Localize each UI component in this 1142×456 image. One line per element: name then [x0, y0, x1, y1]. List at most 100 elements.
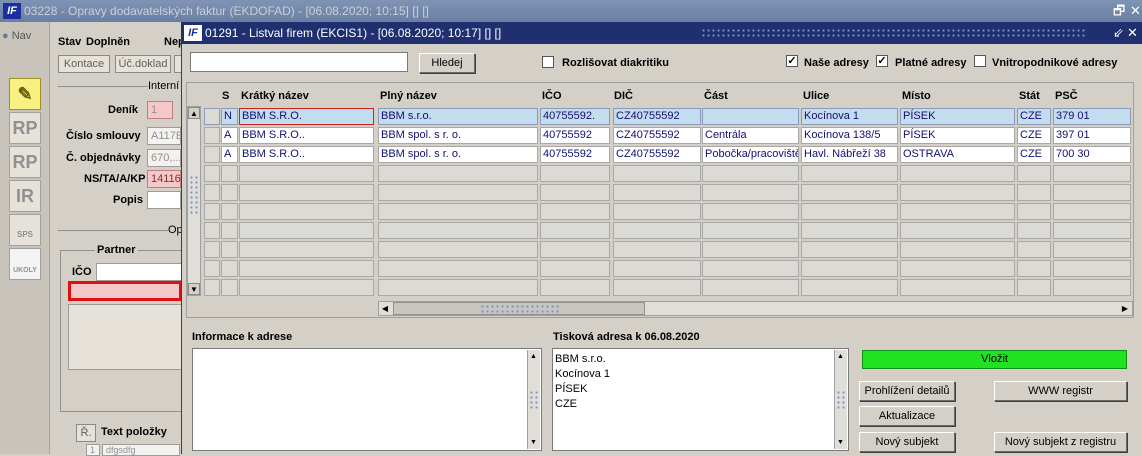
stat-cell[interactable] [1017, 241, 1051, 258]
kratky-nazev-cell[interactable]: BBM S.R.O. [239, 108, 374, 125]
ulice-cell[interactable]: Havl. Nábřeží 38 [801, 146, 898, 163]
rp-icon[interactable]: RP [9, 112, 41, 144]
dic-cell[interactable] [613, 260, 701, 277]
cast-cell[interactable] [702, 222, 799, 239]
kratky-nazev-cell[interactable] [239, 165, 374, 182]
denik-field[interactable]: 1 [147, 101, 173, 119]
row-selector[interactable] [204, 222, 220, 239]
dic-cell[interactable] [613, 165, 701, 182]
row-selector[interactable] [204, 165, 220, 182]
dic-cell[interactable] [613, 222, 701, 239]
nav-button[interactable]: ● Nav [2, 30, 31, 42]
rozlisovat-checkbox[interactable] [542, 56, 554, 68]
vnitro-checkbox[interactable] [974, 55, 986, 67]
scroll-grip-icon[interactable] [189, 175, 199, 215]
r-button[interactable]: Ř. [76, 424, 96, 442]
c-objednavky-field[interactable]: 670,... [147, 149, 181, 167]
cast-cell[interactable] [702, 165, 799, 182]
s-cell[interactable]: N [221, 108, 238, 125]
ns-field[interactable]: 14116 [147, 170, 181, 188]
novy-subjekt-button[interactable]: Nový subjekt [859, 432, 955, 452]
s-cell[interactable] [221, 279, 238, 296]
info-scroll-down-icon[interactable]: ▼ [528, 437, 539, 448]
nase-adresy-checkbox[interactable]: ✓ [786, 55, 798, 67]
kratky-nazev-cell[interactable] [239, 222, 374, 239]
dialog-close-icon[interactable]: ✕ [1127, 22, 1138, 44]
informace-textarea[interactable] [192, 348, 542, 451]
misto-cell[interactable]: OSTRAVA [900, 146, 1015, 163]
close-icon[interactable]: ✕ [1130, 0, 1141, 22]
novy-subjekt-registr-button[interactable]: Nový subjekt z registru [994, 432, 1127, 452]
row-selector[interactable] [204, 203, 220, 220]
kratky-nazev-cell[interactable] [239, 203, 374, 220]
ulice-cell[interactable] [801, 222, 898, 239]
misto-cell[interactable]: PÍSEK [900, 108, 1015, 125]
psc-cell[interactable] [1053, 241, 1131, 258]
ico-cell[interactable] [540, 241, 610, 258]
kontace-button[interactable]: Kontace [58, 55, 110, 73]
row-selector[interactable] [204, 108, 220, 125]
stat-cell[interactable] [1017, 222, 1051, 239]
scroll-right-icon[interactable]: ▶ [1119, 302, 1131, 315]
ico-cell[interactable] [540, 165, 610, 182]
row1-text[interactable]: dfgsdfg [102, 444, 180, 456]
ulice-cell[interactable] [801, 279, 898, 296]
s-cell[interactable]: A [221, 127, 238, 144]
tisk-scroll-down-icon[interactable]: ▼ [835, 437, 846, 448]
row-selector[interactable] [204, 260, 220, 277]
pencil-icon[interactable]: ✎ [9, 78, 41, 110]
vlozit-button[interactable]: Vložit [862, 350, 1127, 369]
plny-nazev-cell[interactable] [378, 203, 538, 220]
psc-cell[interactable] [1053, 203, 1131, 220]
cast-cell[interactable]: Pobočka/pracoviště [702, 146, 799, 163]
misto-cell[interactable] [900, 222, 1015, 239]
misto-cell[interactable] [900, 279, 1015, 296]
ico-cell[interactable] [540, 203, 610, 220]
dic-cell[interactable] [613, 184, 701, 201]
col-header-ulice[interactable]: Ulice [803, 90, 829, 102]
ico-cell[interactable] [540, 260, 610, 277]
kratky-nazev-cell[interactable] [239, 184, 374, 201]
psc-cell[interactable] [1053, 279, 1131, 296]
col-header-misto[interactable]: Místo [902, 90, 931, 102]
psc-cell[interactable]: 379 01 [1053, 108, 1131, 125]
col-header-psc[interactable]: PSČ [1055, 90, 1078, 102]
stat-cell[interactable] [1017, 203, 1051, 220]
col-header-dic[interactable]: DIČ [614, 90, 633, 102]
ico-cell[interactable]: 40755592 [540, 127, 610, 144]
dialog-titlebar[interactable]: IF 01291 - Listval firem (EKCIS1) - [06.… [181, 22, 1142, 44]
dic-cell[interactable] [613, 241, 701, 258]
psc-cell[interactable]: 397 01 [1053, 127, 1131, 144]
misto-cell[interactable] [900, 184, 1015, 201]
plny-nazev-cell[interactable]: BBM spol. s r. o. [378, 146, 538, 163]
ico-cell[interactable]: 40755592 [540, 146, 610, 163]
stat-cell[interactable]: CZE [1017, 108, 1051, 125]
minimize-icon[interactable]: ⇙ [1113, 22, 1124, 44]
hledej-button[interactable]: Hledej [419, 53, 475, 73]
info-scroll-up-icon[interactable]: ▲ [528, 351, 539, 362]
plny-nazev-cell[interactable] [378, 222, 538, 239]
cast-cell[interactable] [702, 279, 799, 296]
rp-secondary-icon[interactable]: RP [9, 146, 41, 178]
stat-cell[interactable]: CZE [1017, 127, 1051, 144]
s-cell[interactable] [221, 203, 238, 220]
stat-cell[interactable] [1017, 184, 1051, 201]
cast-cell[interactable] [702, 241, 799, 258]
dic-cell[interactable]: CZ40755592 [613, 108, 701, 125]
ulice-cell[interactable]: Kocínova 1 [801, 108, 898, 125]
psc-cell[interactable] [1053, 260, 1131, 277]
ulice-cell[interactable] [801, 241, 898, 258]
s-cell[interactable] [221, 260, 238, 277]
stat-cell[interactable] [1017, 165, 1051, 182]
partner-name-field[interactable] [68, 281, 182, 301]
cast-cell[interactable]: Centrála [702, 127, 799, 144]
plny-nazev-cell[interactable]: BBM spol. s r. o. [378, 127, 538, 144]
ulice-cell[interactable] [801, 203, 898, 220]
stat-cell[interactable] [1017, 279, 1051, 296]
s-cell[interactable] [221, 184, 238, 201]
prohlizeni-button[interactable]: Prohlížení detailů [859, 381, 955, 401]
dic-cell[interactable]: CZ40755592 [613, 146, 701, 163]
row-selector[interactable] [204, 146, 220, 163]
plny-nazev-cell[interactable] [378, 165, 538, 182]
ulice-cell[interactable] [801, 260, 898, 277]
